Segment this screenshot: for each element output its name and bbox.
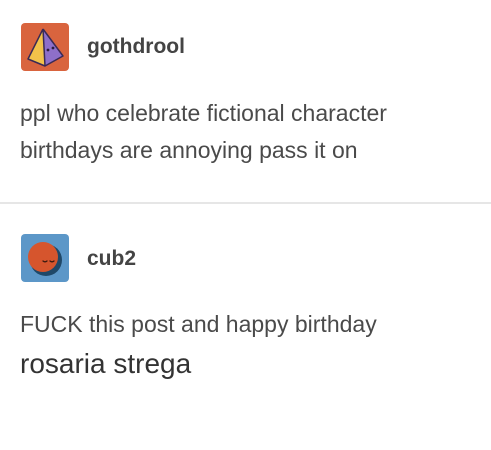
username[interactable]: cub2 [87,247,136,271]
sleepy-circle-face-icon [21,234,69,282]
post-body-line: FUCK this post and happy birthday [20,311,377,337]
post-body-line: ppl who celebrate fictional character [20,100,387,126]
username[interactable]: gothdrool [87,35,185,59]
avatar[interactable] [21,234,69,282]
edited-text-line: rosaria strega [20,348,192,379]
post-body-line: birthdays are annoying pass it on [20,137,358,163]
post-cub2: cub2 FUCK this post and happy birthday r… [0,204,491,450]
post-gothdrool: gothdrool ppl who celebrate fictional ch… [0,0,491,202]
avatar[interactable] [21,23,69,71]
reblog-chain: gothdrool ppl who celebrate fictional ch… [0,0,491,450]
post-body: ppl who celebrate fictional character bi… [20,95,479,169]
pyramid-face-icon [21,23,69,71]
